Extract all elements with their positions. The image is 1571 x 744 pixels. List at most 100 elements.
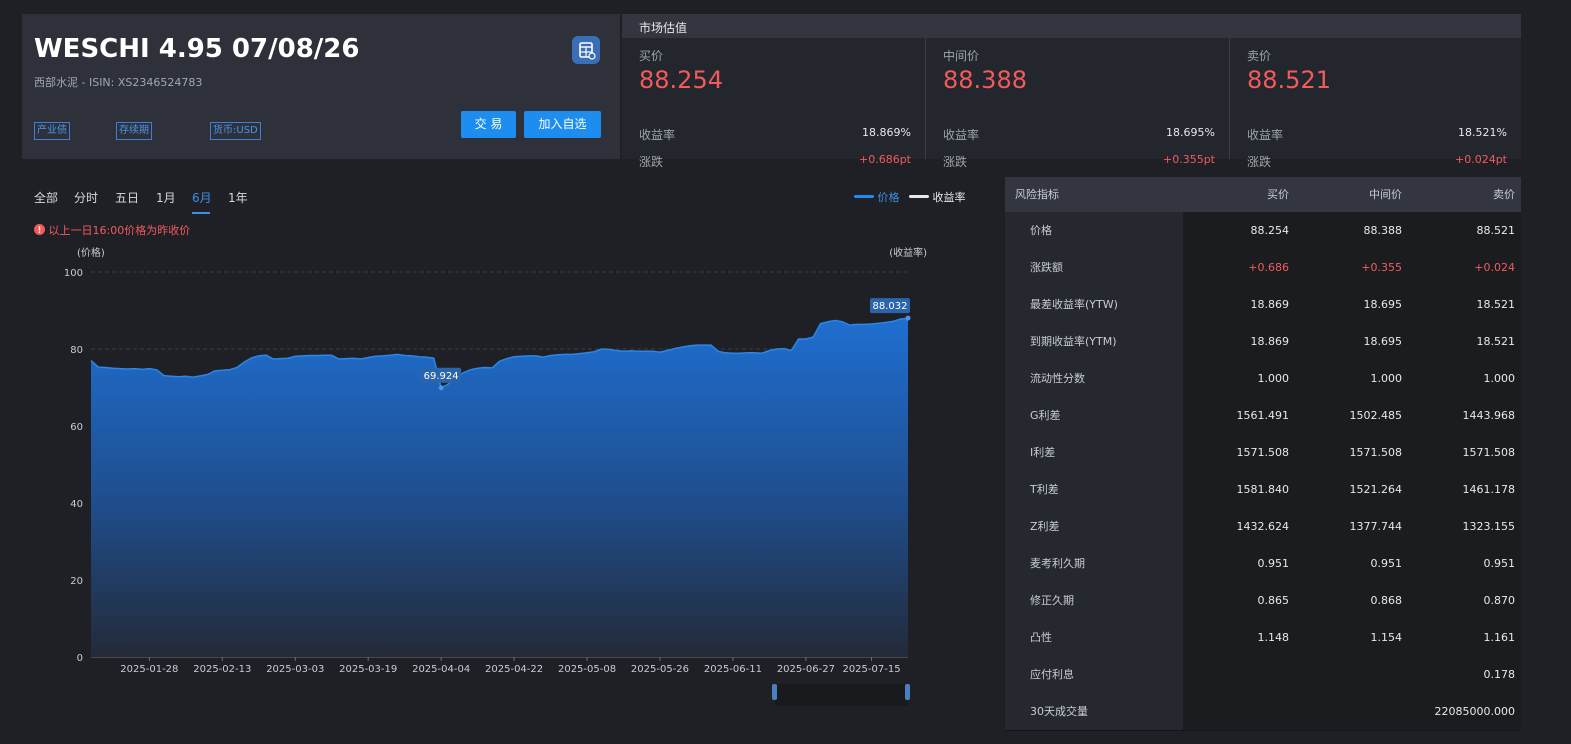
risk-row-name: Z利差 bbox=[1030, 520, 1060, 533]
y-tick-label: 100 bbox=[64, 268, 83, 279]
trade-button[interactable]: 交 易 bbox=[461, 111, 516, 138]
mid-label: 中间价 bbox=[943, 49, 980, 63]
risk-row-ask: +0.024 bbox=[1474, 261, 1515, 274]
x-tick-label: 2025-03-03 bbox=[266, 664, 324, 675]
market-column-ask: 卖价 88.521 收益率 18.521% 涨跌 +0.024pt bbox=[1230, 38, 1521, 169]
tag-currency[interactable]: 货币:USD bbox=[210, 122, 261, 140]
risk-row-ask: 18.521 bbox=[1476, 335, 1516, 348]
x-tick-label: 2025-05-08 bbox=[558, 664, 616, 675]
risk-row-ask: 1323.155 bbox=[1462, 520, 1516, 533]
risk-row-bid: 1.000 bbox=[1257, 372, 1290, 385]
risk-row-mid: 1.154 bbox=[1370, 631, 1403, 644]
x-tick-label: 2025-04-22 bbox=[485, 664, 543, 675]
x-tick-label: 2025-03-19 bbox=[339, 664, 397, 675]
risk-row-mid: 1.000 bbox=[1370, 372, 1403, 385]
risk-table-row: 30天成交量 22085000.000 bbox=[1005, 693, 1521, 731]
row-value-bg bbox=[1183, 656, 1521, 693]
bond-subtitle: 西部水泥 - ISIN: XS2346524783 bbox=[34, 76, 203, 89]
calculator-icon[interactable] bbox=[572, 36, 600, 64]
risk-row-ask: 1443.968 bbox=[1462, 409, 1516, 422]
market-valuation-panel: 市场估值 买价 88.254 收益率 18.869% 涨跌 +0.686pt 中… bbox=[622, 14, 1521, 169]
y-axis-right-label: (收益率) bbox=[889, 246, 927, 259]
x-tick-label: 2025-06-11 bbox=[704, 664, 762, 675]
risk-row-name: 价格 bbox=[1030, 224, 1052, 237]
x-tick-label: 2025-05-26 bbox=[631, 664, 689, 675]
range-slider-right-handle[interactable] bbox=[905, 684, 910, 700]
row-value-bg bbox=[1183, 249, 1521, 286]
y-tick-label: 80 bbox=[70, 345, 83, 356]
row-value-bg bbox=[1183, 212, 1521, 249]
risk-row-name: 流动性分数 bbox=[1030, 372, 1085, 385]
risk-row-mid: +0.355 bbox=[1361, 261, 1402, 274]
x-tick-label: 2025-02-13 bbox=[193, 664, 251, 675]
risk-row-ask: 22085000.000 bbox=[1434, 705, 1515, 718]
range-slider-track[interactable] bbox=[775, 684, 908, 706]
risk-row-ask: 1571.508 bbox=[1462, 446, 1516, 459]
ask-yield-label: 收益率 bbox=[1247, 128, 1284, 142]
risk-row-name: 30天成交量 bbox=[1030, 705, 1088, 718]
risk-table-row: 流动性分数 1.000 1.000 1.000 bbox=[1005, 360, 1521, 398]
row-value-bg bbox=[1183, 360, 1521, 397]
market-valuation-title: 市场估值 bbox=[639, 21, 688, 35]
risk-row-ask: 0.178 bbox=[1483, 668, 1516, 681]
risk-table-row: 涨跌额 +0.686 +0.355 +0.024 bbox=[1005, 249, 1521, 287]
risk-table-row: 到期收益率(YTM) 18.869 18.695 18.521 bbox=[1005, 323, 1521, 361]
ask-label: 卖价 bbox=[1247, 49, 1272, 63]
risk-row-ask: 1.161 bbox=[1483, 631, 1516, 644]
y-tick-label: 0 bbox=[77, 653, 83, 664]
tag-industry-bond[interactable]: 产业债 bbox=[34, 122, 70, 140]
risk-table-header: 风险指标 买价 中间价 卖价 bbox=[1005, 177, 1521, 212]
mid-change-label: 涨跌 bbox=[943, 155, 968, 169]
risk-row-mid: 0.868 bbox=[1370, 594, 1403, 607]
row-value-bg bbox=[1183, 286, 1521, 323]
x-tick-label: 2025-04-04 bbox=[412, 664, 470, 675]
risk-row-name: 修正久期 bbox=[1030, 594, 1074, 607]
risk-row-ask: 1.000 bbox=[1483, 372, 1516, 385]
risk-row-name: T利差 bbox=[1030, 483, 1059, 496]
bid-yield-value: 18.869% bbox=[862, 126, 911, 139]
risk-row-mid: 18.695 bbox=[1363, 298, 1403, 311]
annotation-label: 69.924 bbox=[424, 371, 459, 382]
mid-yield-label: 收益率 bbox=[943, 128, 980, 142]
risk-row-name: G利差 bbox=[1030, 409, 1061, 422]
ask-change-value: +0.024pt bbox=[1454, 153, 1507, 166]
y-axis-left-label: (价格) bbox=[77, 246, 105, 259]
risk-table-row: 价格 88.254 88.388 88.521 bbox=[1005, 212, 1521, 250]
risk-table-row: 最差收益率(YTW) 18.869 18.695 18.521 bbox=[1005, 286, 1521, 324]
bid-change-value: +0.686pt bbox=[858, 153, 911, 166]
risk-row-bid: +0.686 bbox=[1248, 261, 1289, 274]
risk-row-mid: 0.951 bbox=[1370, 557, 1403, 570]
ask-change-label: 涨跌 bbox=[1247, 155, 1272, 169]
range-slider-left-handle[interactable] bbox=[772, 684, 777, 700]
risk-indicator-table: 风险指标 买价 中间价 卖价 价格 88.254 88.388 88.521 涨跌额 +0… bbox=[1005, 177, 1521, 731]
row-value-bg bbox=[1183, 323, 1521, 360]
risk-row-name: 应付利息 bbox=[1030, 668, 1074, 681]
bid-yield-label: 收益率 bbox=[639, 128, 676, 142]
mid-change-value: +0.355pt bbox=[1162, 153, 1215, 166]
add-watchlist-button[interactable]: 加入自选 bbox=[524, 111, 601, 138]
risk-row-bid: 1.148 bbox=[1257, 631, 1290, 644]
risk-row-name: I利差 bbox=[1030, 446, 1056, 459]
risk-row-ask: 0.870 bbox=[1483, 594, 1516, 607]
risk-table-row: 麦考利久期 0.951 0.951 0.951 bbox=[1005, 545, 1521, 583]
header-bid: 买价 bbox=[1267, 188, 1289, 201]
risk-table-row: G利差 1561.491 1502.485 1443.968 bbox=[1005, 397, 1521, 435]
risk-row-bid: 1561.491 bbox=[1236, 409, 1290, 422]
ask-price: 88.521 bbox=[1247, 66, 1331, 94]
mid-yield-value: 18.695% bbox=[1166, 126, 1215, 139]
risk-row-ask: 88.521 bbox=[1476, 224, 1516, 237]
header-mid: 中间价 bbox=[1369, 188, 1402, 201]
bid-price: 88.254 bbox=[639, 66, 723, 94]
risk-row-bid: 18.869 bbox=[1250, 298, 1290, 311]
market-valuation-header: 市场估值 bbox=[622, 14, 1521, 38]
bond-header-card: WESCHI 4.95 07/08/26 西部水泥 - ISIN: XS2346… bbox=[22, 14, 620, 159]
price-chart[interactable]: 0 20 40 60 80 100 2025-01-28 2025-02-13 2025-03-… bbox=[22, 177, 1000, 707]
risk-row-ask: 0.951 bbox=[1483, 557, 1516, 570]
x-tick-label: 2025-01-28 bbox=[120, 664, 178, 675]
bond-title: WESCHI 4.95 07/08/26 bbox=[34, 34, 360, 64]
risk-row-ask: 1461.178 bbox=[1462, 483, 1516, 496]
risk-row-mid: 1521.264 bbox=[1349, 483, 1403, 496]
tag-maturity[interactable]: 存续期 bbox=[116, 122, 152, 140]
price-area bbox=[91, 318, 908, 657]
mid-price: 88.388 bbox=[943, 66, 1027, 94]
